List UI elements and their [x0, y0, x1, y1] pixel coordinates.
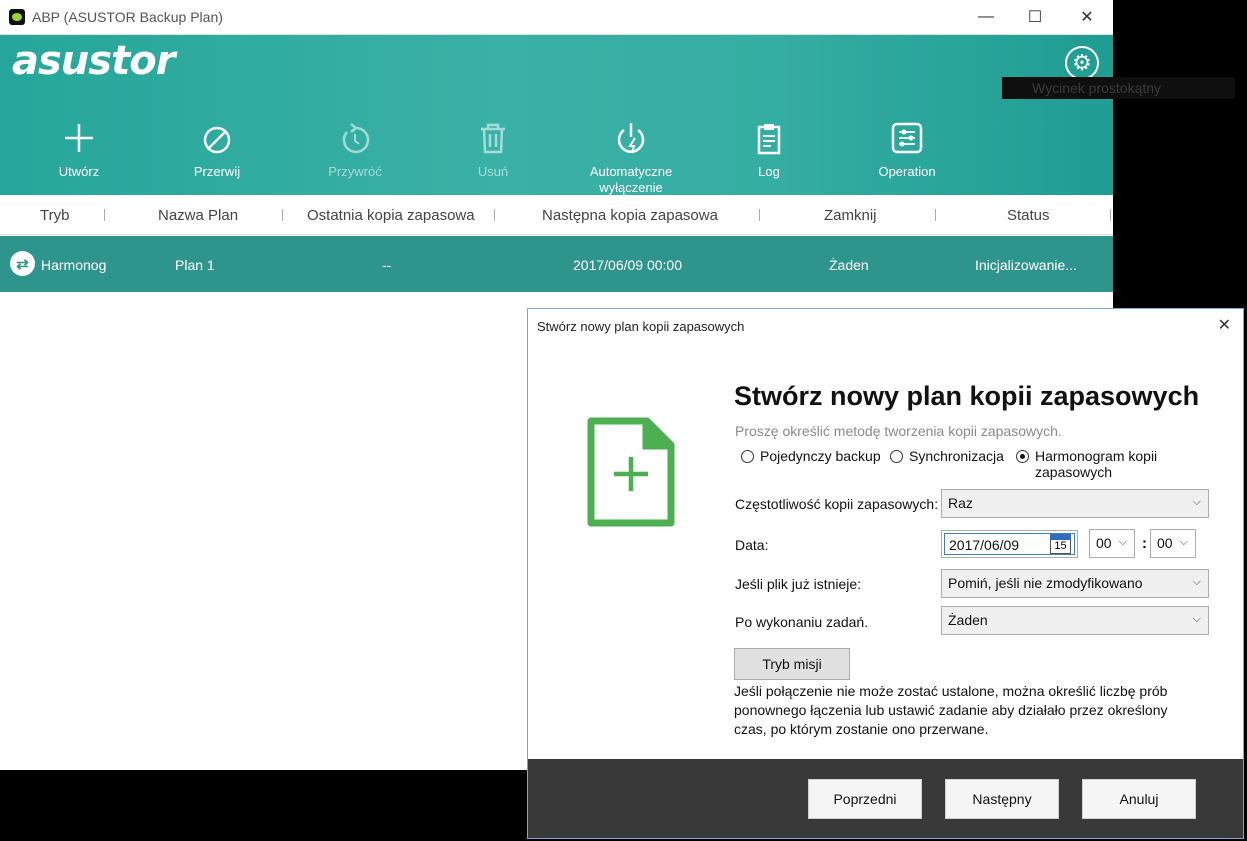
column-separator — [104, 209, 105, 221]
new-document-icon — [587, 417, 675, 527]
dialog-close-icon[interactable]: ✕ — [1218, 315, 1231, 335]
column-separator — [935, 209, 936, 221]
asustor-logo: asustor — [12, 38, 175, 84]
column-header-plan-name[interactable]: Nazwa Plan — [158, 207, 238, 224]
plus-icon — [65, 124, 93, 152]
column-separator — [759, 209, 760, 221]
column-header-next-backup[interactable]: Następna kopia zapasowa — [542, 207, 718, 224]
radio-label: Harmonogram kopii zapasowych — [1035, 448, 1158, 480]
after-tasks-label: Po wykonaniu zadań. — [735, 614, 869, 630]
gear-icon[interactable]: ⚙ — [1065, 46, 1099, 80]
column-separator — [1110, 209, 1111, 221]
row-close: Żaden — [829, 257, 869, 273]
chevron-down-icon: ⌵ — [1179, 536, 1188, 548]
after-tasks-select[interactable]: Żaden ⌵ — [941, 606, 1209, 635]
mission-mode-button[interactable]: Tryb misji — [734, 648, 850, 680]
sliders-icon — [891, 122, 923, 154]
cancel-button[interactable]: Anuluj — [1082, 779, 1196, 819]
schedule-sync-icon: ⇄ — [10, 251, 35, 276]
dialog-title: Stwórz nowy plan kopii zapasowych — [537, 319, 745, 334]
row-plan-name: Plan 1 — [175, 257, 215, 273]
abort-label: Przerwij — [193, 164, 241, 179]
cancel-icon — [203, 126, 231, 154]
hour-value: 00 — [1096, 535, 1112, 551]
column-separator — [494, 209, 495, 221]
row-last-backup: -- — [382, 257, 392, 273]
time-separator: : — [1142, 535, 1147, 552]
previous-button[interactable]: Poprzedni — [808, 779, 922, 819]
dialog-footer: Poprzedni Następny Anuluj — [528, 759, 1243, 838]
create-plan-dialog: Stwórz nowy plan kopii zapasowych ✕ Stwó… — [527, 308, 1244, 839]
auto-shutdown-label: Automatyczne wyłączenie — [589, 164, 673, 195]
delete-button[interactable]: Usuń — [438, 120, 548, 180]
file-exists-select[interactable]: Pomiń, jeśli nie zmodyfikowano ⌵ — [941, 569, 1209, 598]
delete-label: Usuń — [477, 164, 509, 179]
column-separator — [282, 209, 283, 221]
minimize-button[interactable]: — — [961, 0, 1011, 34]
abort-button[interactable]: Przerwij — [162, 120, 272, 180]
dialog-heading: Stwórz nowy plan kopii zapasowych — [734, 381, 1200, 411]
window-title: ABP (ASUSTOR Backup Plan) — [32, 9, 223, 25]
chevron-down-icon: ⌵ — [1192, 613, 1201, 625]
operation-button[interactable]: Operation — [852, 120, 962, 180]
app-icon — [9, 9, 25, 25]
frequency-select[interactable]: Raz ⌵ — [941, 489, 1209, 518]
clipboard-icon — [757, 124, 781, 155]
chevron-down-icon: ⌵ — [1192, 576, 1201, 588]
table-header: Tryb Nazwa Plan Ostatnia kopia zapasowa … — [0, 195, 1113, 235]
radio-synchronization[interactable]: Synchronizacja — [890, 448, 1004, 464]
frequency-label: Częstotliwość kopii zapasowych: — [735, 496, 939, 512]
date-label: Data: — [735, 537, 769, 553]
radio-scheduled-backup[interactable]: Harmonogram kopii zapasowych — [1016, 448, 1191, 480]
trash-icon — [481, 123, 505, 154]
app-header: asustor ⚙ Utwórz Przerwij Przywróć Usuń … — [0, 35, 1113, 195]
log-label: Log — [758, 164, 780, 179]
column-header-last-backup[interactable]: Ostatnia kopia zapasowa — [307, 207, 475, 224]
date-picker[interactable]: 2017/06/09 15 — [941, 530, 1078, 558]
dialog-subtitle: Proszę określić metodę tworzenia kopii z… — [735, 423, 1062, 439]
calendar-icon[interactable]: 15 — [1050, 534, 1071, 554]
restore-label: Przywróć — [328, 164, 382, 179]
log-button[interactable]: Log — [714, 120, 824, 180]
row-mode: Harmonog — [41, 257, 107, 273]
column-header-status[interactable]: Status — [1007, 207, 1050, 224]
hour-select[interactable]: 00 ⌵ — [1089, 529, 1135, 558]
maximize-button[interactable]: ☐ — [1010, 0, 1060, 34]
operation-label: Operation — [878, 164, 936, 179]
retry-info-text: Jeśli połączenie nie może zostać ustalon… — [734, 683, 1168, 737]
table-row[interactable]: ⇄ Harmonog Plan 1 -- 2017/06/09 00:00 Ża… — [0, 236, 1113, 292]
radio-label: Pojedynczy backup — [760, 448, 881, 464]
file-exists-label: Jeśli plik już istnieje: — [735, 576, 862, 592]
radio-single-backup[interactable]: Pojedynczy backup — [741, 448, 881, 464]
auto-shutdown-button[interactable]: Automatyczne wyłączenie — [576, 120, 686, 196]
frequency-value: Raz — [948, 495, 973, 511]
radio-button-selected[interactable] — [1016, 450, 1029, 463]
minute-select[interactable]: 00 ⌵ — [1150, 529, 1196, 558]
power-icon — [617, 123, 645, 154]
row-status: Inicjalizowanie... — [975, 257, 1077, 273]
title-bar: ABP (ASUSTOR Backup Plan) — ☐ ✕ — [0, 0, 1113, 35]
create-button[interactable]: Utwórz — [24, 120, 134, 180]
radio-button[interactable] — [890, 450, 903, 463]
restore-button[interactable]: Przywróć — [300, 120, 410, 180]
column-header-close[interactable]: Zamknij — [824, 207, 877, 224]
after-tasks-value: Żaden — [948, 612, 988, 628]
snipping-tool-label: Wycinek prostokątny — [1002, 77, 1235, 99]
radio-button[interactable] — [741, 450, 754, 463]
minute-value: 00 — [1157, 535, 1173, 551]
next-button[interactable]: Następny — [945, 779, 1059, 819]
row-next-backup: 2017/06/09 00:00 — [573, 257, 682, 273]
column-header-mode[interactable]: Tryb — [40, 207, 69, 224]
file-exists-value: Pomiń, jeśli nie zmodyfikowano — [948, 575, 1143, 591]
chevron-down-icon: ⌵ — [1192, 496, 1201, 508]
radio-label: Synchronizacja — [909, 448, 1004, 464]
chevron-down-icon: ⌵ — [1118, 536, 1127, 548]
create-label: Utwórz — [58, 164, 100, 179]
close-button[interactable]: ✕ — [1062, 0, 1112, 34]
restore-icon — [342, 123, 370, 154]
